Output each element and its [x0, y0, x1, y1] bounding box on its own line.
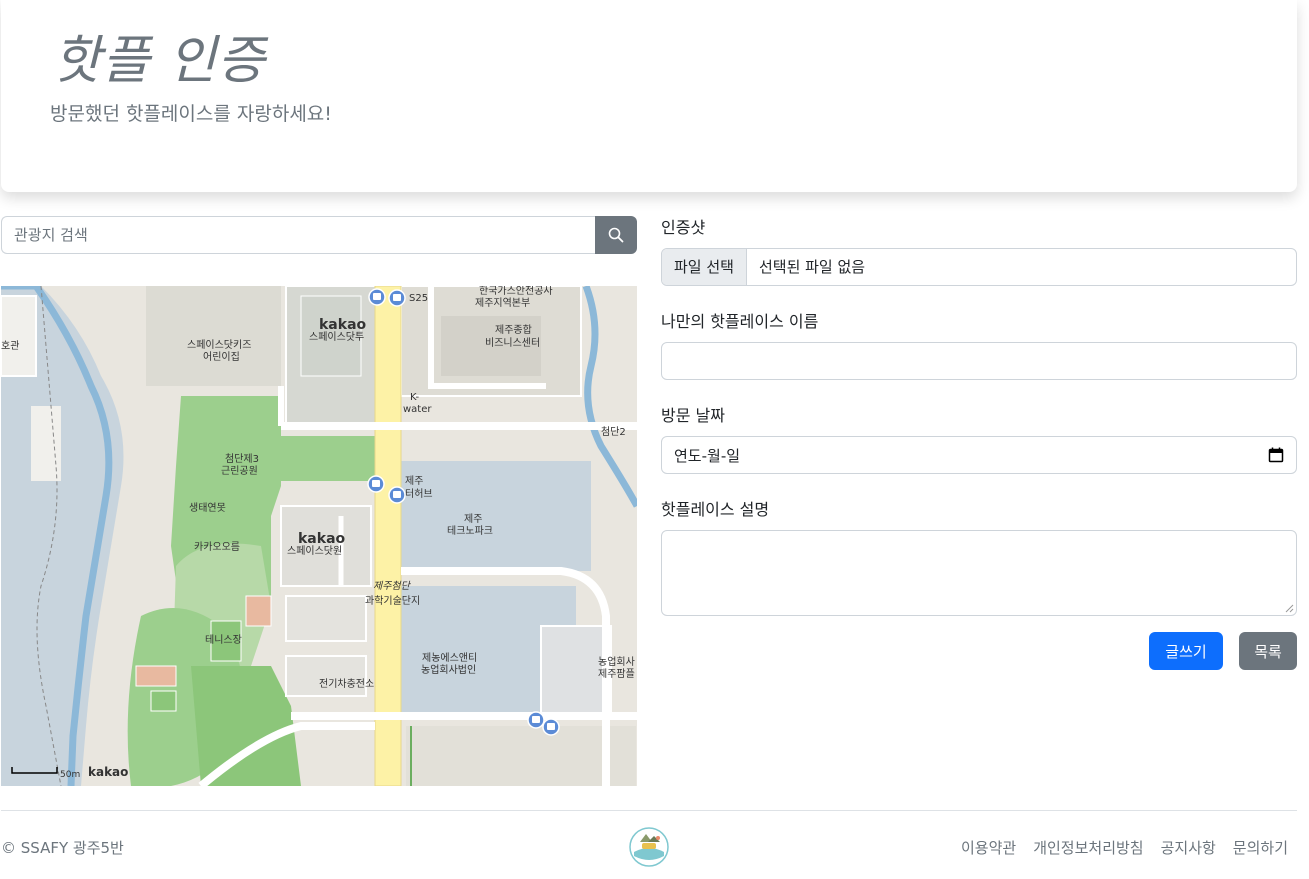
page-subtitle: 방문했던 핫플레이스를 자랑하세요!	[50, 103, 332, 125]
map-label: 생태연못	[189, 502, 226, 514]
map-label: 어린이집	[203, 351, 240, 363]
map-label: kakao	[298, 531, 346, 547]
date-label: 방문 날짜	[661, 406, 725, 425]
map-label: 제주	[405, 475, 423, 487]
bus-stop-icon	[542, 718, 560, 736]
map-label: 제농에스앤티	[422, 652, 477, 664]
map-label: kakao	[319, 317, 367, 333]
map-label: 근린공원	[221, 465, 258, 477]
footer-divider	[1, 810, 1297, 811]
map-label: 전기차충전소	[319, 678, 374, 690]
map-label: 제주종합	[495, 324, 532, 336]
enjoy-trip-logo-icon[interactable]	[628, 826, 670, 868]
map-label: 제주팜플	[598, 668, 635, 680]
bus-stop-icon	[388, 486, 406, 504]
map-label: 카카오오름	[194, 541, 240, 553]
file-status: 선택된 파일 없음	[758, 258, 866, 276]
notice-link[interactable]: 공지사항	[1161, 837, 1216, 858]
map-label: 제주	[464, 513, 482, 525]
map-label: 스페이스닷키즈	[187, 339, 251, 351]
privacy-link[interactable]: 개인정보처리방침	[1033, 837, 1143, 858]
map-label: S25	[409, 293, 428, 304]
map-label: 제주첨단	[373, 580, 412, 592]
map-label: 제주지역본부	[475, 297, 530, 309]
description-label: 핫플레이스 설명	[661, 500, 770, 519]
map-label: 한국가스안전공사	[479, 286, 553, 297]
visit-date-input[interactable]: 연도-월-일	[661, 436, 1297, 474]
copyright-text: © SSAFY 광주5반	[1, 839, 124, 857]
map-label: 농업회사법인	[421, 663, 476, 676]
page-title: 핫플 인증	[53, 31, 266, 91]
svg-text:kakao: kakao	[88, 765, 128, 779]
choose-file-button[interactable]: 파일 선택	[662, 249, 747, 285]
list-button[interactable]: 목록	[1239, 632, 1297, 670]
terms-link[interactable]: 이용약관	[961, 837, 1016, 858]
name-label: 나만의 핫플레이스 이름	[661, 312, 819, 331]
form-actions: 글쓰기 목록	[661, 632, 1297, 670]
map-label: 테크노파크	[447, 525, 493, 537]
map-label: 과학기술단지	[365, 595, 420, 607]
map-label: 비즈니스센터	[485, 337, 540, 349]
map-label: 터허브	[405, 488, 433, 500]
page-header: 핫플 인증 방문했던 핫플레이스를 자랑하세요!	[1, 0, 1297, 192]
map-label: 농업회사	[598, 655, 635, 668]
hotplace-form: 인증샷 파일 선택 선택된 파일 없음 나만의 핫플레이스 이름 방문 날짜 연…	[661, 216, 1297, 670]
submit-button[interactable]: 글쓰기	[1149, 632, 1223, 670]
map-label: 첨단제3	[225, 453, 259, 465]
kakao-map[interactable]: kakao 스페이스닷투 스페이스닷키즈 어린이집 한국가스안전공사 제주지역본…	[1, 286, 637, 786]
svg-text:50m: 50m	[60, 770, 80, 780]
map-label: 첨단2	[601, 426, 626, 438]
contact-link[interactable]: 문의하기	[1233, 837, 1288, 858]
map-label: 스페이스닷투	[309, 331, 364, 343]
hotplace-name-input[interactable]	[661, 342, 1297, 380]
search-icon	[608, 227, 624, 243]
search-button[interactable]	[595, 216, 637, 254]
search-input[interactable]	[1, 216, 595, 254]
map-label: water	[403, 404, 432, 415]
bus-stop-icon	[368, 288, 386, 306]
description-textarea[interactable]	[661, 530, 1297, 616]
photo-label: 인증샷	[661, 218, 706, 237]
map-label: 스페이스닷원	[287, 545, 342, 557]
bus-stop-icon	[388, 289, 406, 307]
attraction-search	[1, 216, 637, 254]
bus-stop-icon	[367, 475, 385, 493]
date-placeholder: 연도-월-일	[674, 446, 741, 465]
map-label: 테니스장	[205, 634, 242, 646]
photo-file-input[interactable]: 파일 선택 선택된 파일 없음	[661, 248, 1297, 286]
footer-links: 이용약관 개인정보처리방침 공지사항 문의하기	[961, 837, 1288, 858]
bus-stop-icon	[527, 711, 545, 729]
map-label: K-	[410, 392, 420, 403]
resize-handle-icon[interactable]	[1285, 604, 1294, 613]
map-label: 호관	[1, 340, 19, 352]
calendar-icon[interactable]	[1268, 447, 1284, 463]
